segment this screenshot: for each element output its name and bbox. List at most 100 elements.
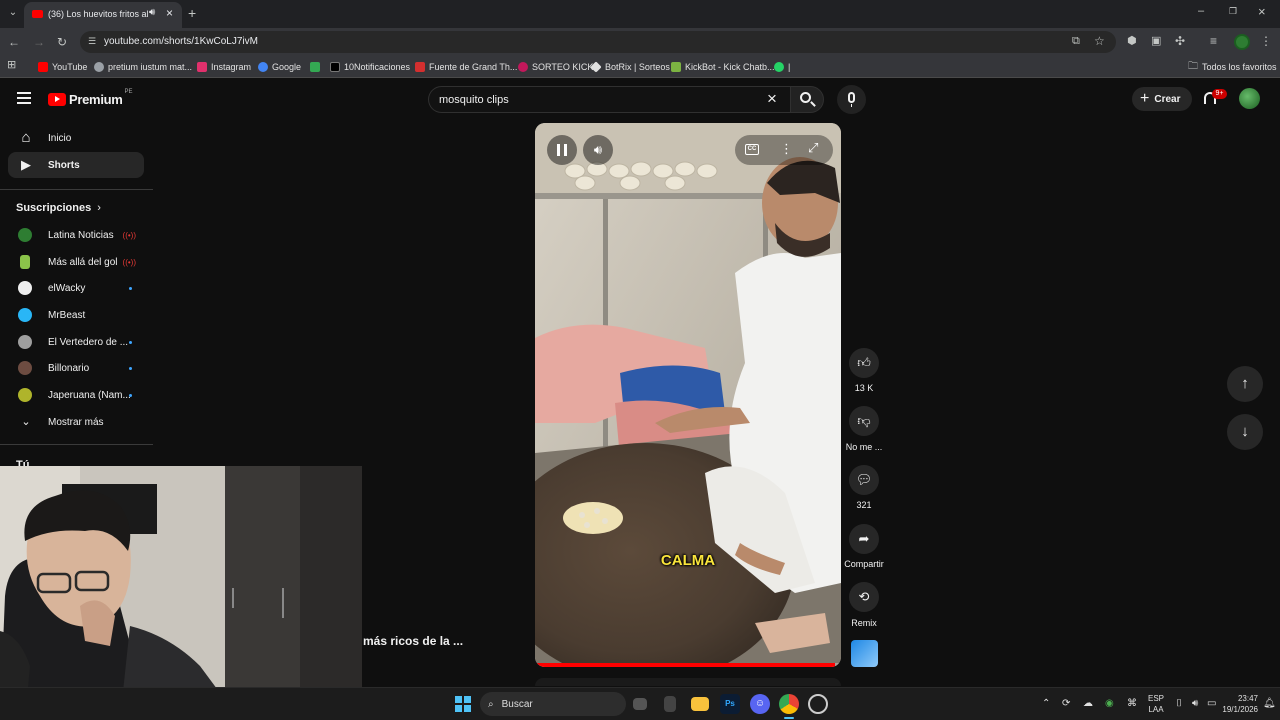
sidebar-sub-billonario[interactable]: Billonario	[8, 355, 144, 381]
tray-icon[interactable]: ◉	[1105, 698, 1114, 709]
search-box[interactable]: mosquito clips ×	[428, 86, 792, 113]
arrow-up-icon: ↑	[1241, 375, 1249, 392]
search-input[interactable]: mosquito clips	[439, 94, 509, 106]
notification-center-icon[interactable]: 🔔︎	[1263, 698, 1276, 709]
sidebar-sub-mrbeast[interactable]: MrBeast	[8, 302, 144, 328]
pinwheel-icon	[310, 62, 320, 72]
create-button[interactable]: + Crear	[1132, 87, 1192, 111]
app-icon[interactable]	[808, 694, 828, 714]
address-bar[interactable]: ☰ youtube.com/shorts/1KwCoLJ7ivM ⧉ ☆	[80, 31, 1116, 53]
tab-close-icon[interactable]: ×	[166, 6, 173, 20]
language-indicator[interactable]: ESP LAA	[1148, 693, 1164, 715]
chevron-down-icon: ⌄	[21, 416, 31, 428]
account-avatar[interactable]	[1239, 88, 1260, 109]
window-close-icon[interactable]: ×	[1258, 5, 1266, 18]
bookmark-pretium[interactable]: pretium iustum mat...	[94, 60, 192, 74]
comments-button[interactable]: 💬︎	[849, 465, 879, 495]
short-video-player[interactable]: 🔊︎ CC ⋮ ⤢ CALMA	[535, 123, 841, 667]
sidebar-sub-el-vertedero[interactable]: El Vertedero de ...	[8, 329, 144, 355]
previous-short-button[interactable]: ↑	[1227, 366, 1263, 402]
notification-badge: 9+	[1212, 89, 1227, 99]
sidebar-sub-latina-noticias[interactable]: Latina Noticias ((•))	[8, 222, 144, 248]
extension-2-icon[interactable]: ▣	[1151, 36, 1161, 47]
more-options-icon[interactable]: ⋮	[780, 141, 793, 157]
bookmark-botrix[interactable]: BotRix | Sorteos	[590, 60, 670, 74]
tab-active[interactable]: (36) Los huevitos fritos al p 🔊︎ ×	[24, 2, 182, 28]
restore-icon[interactable]: ❐	[1229, 7, 1237, 16]
pause-button[interactable]	[547, 135, 577, 165]
sidebar-sub-japeruana[interactable]: Japeruana (Nam...	[8, 382, 144, 408]
voice-search-button[interactable]	[837, 85, 866, 114]
clock[interactable]: 23:47 19/1/2026	[1208, 693, 1258, 715]
tray-chevron-icon[interactable]: ⌃	[1042, 698, 1050, 709]
next-short-button[interactable]: ↓	[1227, 414, 1263, 450]
bookmark-instagram[interactable]: Instagram	[197, 60, 251, 74]
app-icon[interactable]	[664, 696, 676, 712]
volume-icon: 🔊︎	[593, 142, 603, 157]
new-content-dot	[129, 366, 132, 370]
bookmark-star-icon[interactable]: ☆	[1094, 34, 1105, 48]
bookmark-unnamed[interactable]	[310, 60, 320, 74]
chrome-icon[interactable]	[779, 694, 799, 714]
reload-icon[interactable]: ↻	[57, 36, 67, 48]
sidebar-item-inicio[interactable]: ⌂ Inicio	[8, 125, 144, 151]
hamburger-menu-icon[interactable]	[17, 92, 31, 104]
taskbar-search[interactable]: ⌕ Buscar	[480, 692, 626, 716]
chrome-menu-icon[interactable]: ⋮	[1260, 35, 1272, 47]
youtube-premium-logo[interactable]: Premium PE	[48, 89, 133, 107]
channel-avatar	[18, 335, 32, 349]
sidebar-sub-mas-alla-del-gol[interactable]: Más allá del gol ((•))	[8, 249, 144, 275]
search-button[interactable]	[790, 86, 824, 113]
network-icon[interactable]: ⌷	[1176, 698, 1182, 709]
back-icon[interactable]: ←	[8, 36, 20, 48]
discord-icon[interactable]: ☺	[750, 694, 770, 714]
progress-track[interactable]	[535, 663, 841, 667]
new-tab-icon[interactable]: +	[188, 6, 196, 20]
fullscreen-icon[interactable]: ⤢	[808, 140, 818, 156]
apps-grid-icon[interactable]: ⊞	[7, 60, 16, 71]
extension-icon[interactable]: ⬢	[1127, 36, 1137, 47]
subscriptions-heading[interactable]: Suscripciones ›	[16, 202, 101, 214]
bookmark-sorteo-kick[interactable]: SORTEO KICK	[518, 60, 593, 74]
bookmark-youtube[interactable]: YouTube	[38, 60, 87, 74]
all-bookmarks[interactable]: 🗀︎ Todos los favoritos	[1188, 60, 1277, 74]
site-info-icon[interactable]: ☰	[88, 36, 96, 47]
sidebar-item-shorts[interactable]: ▶︎ Shorts	[8, 152, 144, 178]
google-icon	[258, 62, 268, 72]
minimize-icon[interactable]: –	[1198, 6, 1204, 17]
sidebar-show-more[interactable]: ⌄ Mostrar más	[8, 409, 144, 435]
install-app-icon[interactable]: ⧉	[1072, 35, 1080, 48]
remix-button[interactable]: ⟲	[849, 582, 879, 612]
globe-icon	[94, 62, 104, 72]
bookmark-grand-theft[interactable]: Fuente de Grand Th...	[415, 60, 517, 74]
tab-search-icon[interactable]: ⌄	[6, 8, 20, 22]
short-title[interactable]: más ricos de la ...	[363, 634, 463, 648]
volume-button[interactable]: 🔊︎	[583, 135, 613, 165]
volume-icon[interactable]: 🔊︎	[1192, 698, 1198, 709]
onedrive-icon[interactable]: ☁	[1083, 698, 1093, 709]
sidebar-sub-elwacky[interactable]: elWacky	[8, 275, 144, 301]
extensions-puzzle-icon[interactable]: ✣	[1175, 35, 1185, 47]
task-view-icon[interactable]	[633, 698, 647, 710]
bookmark-whatsapp[interactable]: |	[774, 60, 790, 74]
bookmark-google[interactable]: Google	[258, 60, 301, 74]
dislike-button[interactable]: 👎︎	[849, 406, 879, 436]
url-text[interactable]: youtube.com/shorts/1KwCoLJ7ivM	[104, 36, 258, 47]
bookmark-kickbot[interactable]: KickBot - Kick Chatb...	[671, 60, 775, 74]
tab-title: (36) Los huevitos fritos al p	[48, 9, 148, 19]
tray-icon[interactable]: ⌘	[1127, 698, 1137, 709]
file-explorer-icon[interactable]	[691, 697, 709, 711]
audio-track-thumbnail[interactable]	[851, 640, 878, 667]
media-controls-icon[interactable]: ≡	[1210, 35, 1217, 47]
windows-start-icon[interactable]	[453, 694, 473, 714]
like-button[interactable]: 👍︎	[849, 348, 879, 378]
speaker-icon[interactable]: 🔊︎	[149, 7, 155, 18]
tray-icon[interactable]: ⟳	[1062, 698, 1070, 709]
clear-search-icon[interactable]: ×	[767, 89, 777, 109]
captions-icon[interactable]: CC	[745, 144, 759, 155]
bookmark-notificaciones[interactable]: 10Notificaciones	[330, 60, 410, 74]
photoshop-icon[interactable]: Ps	[720, 694, 740, 714]
forward-icon[interactable]: →	[33, 36, 45, 48]
share-button[interactable]: ➦	[849, 524, 879, 554]
profile-avatar[interactable]	[1234, 34, 1250, 50]
